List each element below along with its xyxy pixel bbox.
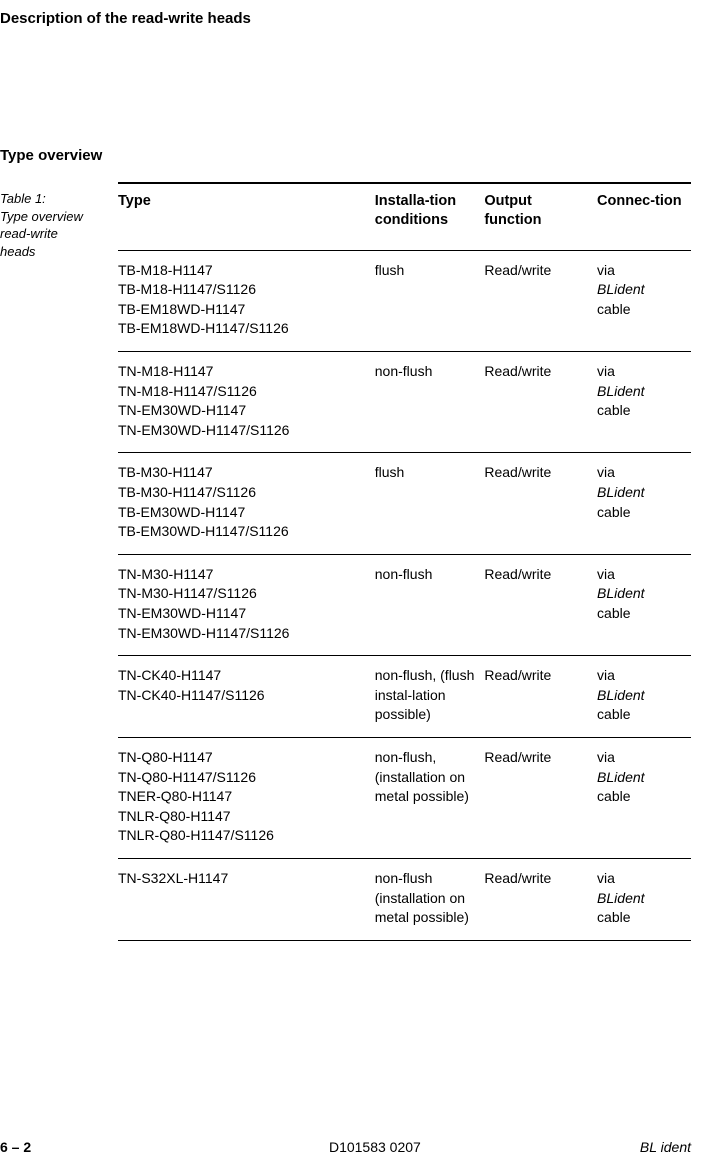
cell-installation: non-flush (installation on metal possibl…	[375, 858, 485, 940]
col-header-type: Type	[118, 183, 375, 250]
type-code: TNLR-Q80-H1147/S1126	[118, 826, 369, 846]
page-title: Description of the read-write heads	[0, 10, 691, 27]
cell-type: TB-M18-H1147TB-M18-H1147/S1126TB-EM18WD-…	[118, 250, 375, 351]
type-code: TN-CK40-H1147/S1126	[118, 686, 369, 706]
cell-connection: via BLident cable	[597, 453, 691, 554]
type-code: TN-EM30WD-H1147/S1126	[118, 624, 369, 644]
type-overview-table: Type Installa-tion conditions Output fun…	[118, 182, 691, 941]
table-row: TN-S32XL-H1147 non-flush (installation on…	[118, 858, 691, 940]
type-code: TN-Q80-H1147/S1126	[118, 768, 369, 788]
type-code: TN-M18-H1147/S1126	[118, 382, 369, 402]
conn-post: cable	[597, 788, 630, 804]
section-heading: Type overview	[0, 147, 691, 164]
type-code: TB-EM30WD-H1147	[118, 503, 369, 523]
table-row: TN-Q80-H1147TN-Q80-H1147/S1126TNER-Q80-H…	[118, 737, 691, 858]
cell-connection: via BLident cable	[597, 352, 691, 453]
cell-type: TN-S32XL-H1147	[118, 858, 375, 940]
type-code: TN-EM30WD-H1147	[118, 604, 369, 624]
caption-line: Type overview	[0, 209, 83, 224]
cell-type: TN-CK40-H1147TN-CK40-H1147/S1126	[118, 656, 375, 738]
conn-product: BLident	[597, 281, 644, 297]
conn-post: cable	[597, 402, 630, 418]
footer-doc-id: D101583 0207	[329, 1139, 421, 1155]
col-header-installation: Installa-tion conditions	[375, 183, 485, 250]
table-row: TN-M18-H1147TN-M18-H1147/S1126TN-EM30WD-…	[118, 352, 691, 453]
conn-pre: via	[597, 566, 615, 582]
cell-installation: non-flush	[375, 554, 485, 655]
type-code: TN-S32XL-H1147	[118, 869, 369, 889]
type-code: TB-EM18WD-H1147/S1126	[118, 319, 369, 339]
cell-installation: non-flush, (flush instal-lation possible…	[375, 656, 485, 738]
conn-post: cable	[597, 504, 630, 520]
footer-brand: BL ident	[640, 1139, 691, 1155]
col-header-output: Output function	[484, 183, 597, 250]
conn-pre: via	[597, 464, 615, 480]
cell-installation: non-flush	[375, 352, 485, 453]
conn-product: BLident	[597, 484, 644, 500]
type-code: TN-Q80-H1147	[118, 748, 369, 768]
type-code: TB-EM30WD-H1147/S1126	[118, 522, 369, 542]
type-code: TNLR-Q80-H1147	[118, 807, 369, 827]
cell-type: TN-M18-H1147TN-M18-H1147/S1126TN-EM30WD-…	[118, 352, 375, 453]
table-header-row: Type Installa-tion conditions Output fun…	[118, 183, 691, 250]
cell-type: TB-M30-H1147TB-M30-H1147/S1126TB-EM30WD-…	[118, 453, 375, 554]
cell-type: TN-Q80-H1147TN-Q80-H1147/S1126TNER-Q80-H…	[118, 737, 375, 858]
caption-line: heads	[0, 244, 35, 259]
conn-pre: via	[597, 262, 615, 278]
cell-installation: flush	[375, 250, 485, 351]
type-code: TN-EM30WD-H1147	[118, 401, 369, 421]
cell-connection: via BLident cable	[597, 250, 691, 351]
conn-post: cable	[597, 301, 630, 317]
type-code: TN-M30-H1147/S1126	[118, 584, 369, 604]
cell-connection: via BLident cable	[597, 858, 691, 940]
type-code: TB-M18-H1147	[118, 261, 369, 281]
cell-output: Read/write	[484, 656, 597, 738]
caption-line: Table 1:	[0, 191, 46, 206]
conn-pre: via	[597, 667, 615, 683]
cell-installation: flush	[375, 453, 485, 554]
table-row: TB-M30-H1147TB-M30-H1147/S1126TB-EM30WD-…	[118, 453, 691, 554]
type-code: TNER-Q80-H1147	[118, 787, 369, 807]
conn-post: cable	[597, 909, 630, 925]
table-body: TB-M18-H1147TB-M18-H1147/S1126TB-EM18WD-…	[118, 250, 691, 940]
cell-type: TN-M30-H1147TN-M30-H1147/S1126TN-EM30WD-…	[118, 554, 375, 655]
conn-pre: via	[597, 870, 615, 886]
type-code: TN-M18-H1147	[118, 362, 369, 382]
cell-output: Read/write	[484, 858, 597, 940]
type-code: TN-CK40-H1147	[118, 666, 369, 686]
conn-pre: via	[597, 363, 615, 379]
cell-output: Read/write	[484, 453, 597, 554]
conn-product: BLident	[597, 769, 644, 785]
type-code: TB-M30-H1147	[118, 463, 369, 483]
cell-output: Read/write	[484, 737, 597, 858]
cell-installation: non-flush, (installation on metal possib…	[375, 737, 485, 858]
type-code: TN-EM30WD-H1147/S1126	[118, 421, 369, 441]
type-code: TN-M30-H1147	[118, 565, 369, 585]
table-row: TN-M30-H1147TN-M30-H1147/S1126TN-EM30WD-…	[118, 554, 691, 655]
cell-output: Read/write	[484, 250, 597, 351]
cell-output: Read/write	[484, 352, 597, 453]
cell-connection: via BLident cable	[597, 554, 691, 655]
table-row: TN-CK40-H1147TN-CK40-H1147/S1126non-flus…	[118, 656, 691, 738]
type-code: TB-EM18WD-H1147	[118, 300, 369, 320]
caption-line: read-write	[0, 226, 58, 241]
cell-output: Read/write	[484, 554, 597, 655]
conn-post: cable	[597, 605, 630, 621]
type-code: TB-M30-H1147/S1126	[118, 483, 369, 503]
conn-product: BLident	[597, 383, 644, 399]
conn-post: cable	[597, 706, 630, 722]
col-header-connection: Connec-tion	[597, 183, 691, 250]
conn-pre: via	[597, 749, 615, 765]
cell-connection: via BLident cable	[597, 737, 691, 858]
conn-product: BLident	[597, 890, 644, 906]
conn-product: BLident	[597, 585, 644, 601]
table-caption: Table 1: Type overview read-write heads	[0, 182, 118, 260]
cell-connection: via BLident cable	[597, 656, 691, 738]
type-code: TB-M18-H1147/S1126	[118, 280, 369, 300]
content-wrap: Table 1: Type overview read-write heads …	[0, 182, 691, 941]
footer-page-number: 6 – 2	[0, 1139, 31, 1155]
table-row: TB-M18-H1147TB-M18-H1147/S1126TB-EM18WD-…	[118, 250, 691, 351]
conn-product: BLident	[597, 687, 644, 703]
